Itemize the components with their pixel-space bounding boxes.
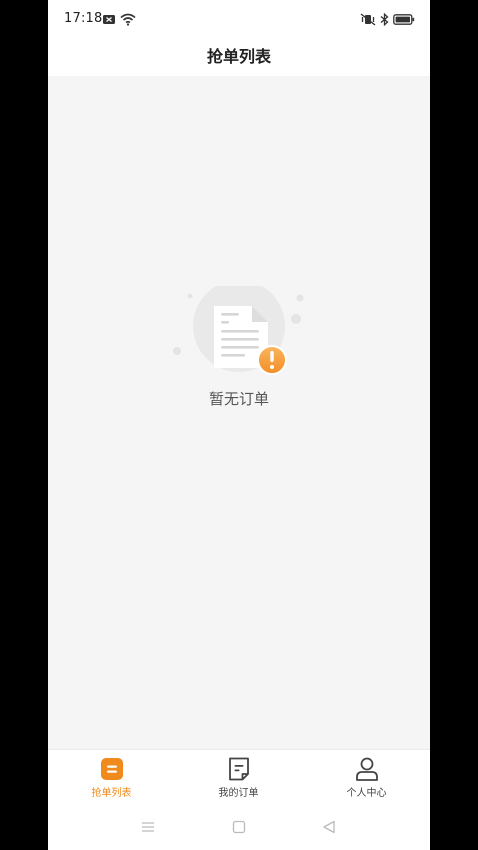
mute-vibrate-icon (360, 11, 376, 30)
notification-badge-icon (102, 11, 116, 30)
status-bar: 17:18 (48, 0, 430, 38)
wifi-icon (120, 11, 136, 30)
empty-document-warning-icon (172, 280, 306, 386)
empty-state-message: 暂无订单 (208, 390, 269, 408)
phone-screen: 17:18 抢单列表 暂无订单 抢单列表 我的订单 个人中心 (48, 0, 430, 850)
user-icon (354, 756, 380, 782)
tab-label: 我的订单 (218, 788, 259, 799)
header-bar: 抢单列表 (48, 38, 430, 76)
tab-my-orders[interactable]: 我的订单 (175, 750, 302, 806)
tab-label: 抢单列表 (91, 788, 132, 799)
home-icon[interactable] (232, 819, 246, 838)
tab-order-grab-list[interactable]: 抢单列表 (48, 750, 175, 806)
bottom-tab-bar: 抢单列表 我的订单 个人中心 (48, 749, 430, 806)
tab-personal-center[interactable]: 个人中心 (303, 750, 430, 806)
back-icon[interactable] (322, 819, 336, 838)
menu-icon[interactable] (141, 819, 155, 838)
status-time: 17:18 (64, 11, 103, 26)
tab-label: 个人中心 (346, 788, 387, 799)
bluetooth-icon (380, 11, 389, 30)
list-icon (99, 756, 125, 782)
system-navigation-bar (48, 805, 430, 850)
page-title: 抢单列表 (206, 47, 271, 66)
order-list-content[interactable]: 暂无订单 (48, 76, 430, 749)
order-document-icon (226, 756, 252, 782)
battery-icon (393, 11, 415, 30)
